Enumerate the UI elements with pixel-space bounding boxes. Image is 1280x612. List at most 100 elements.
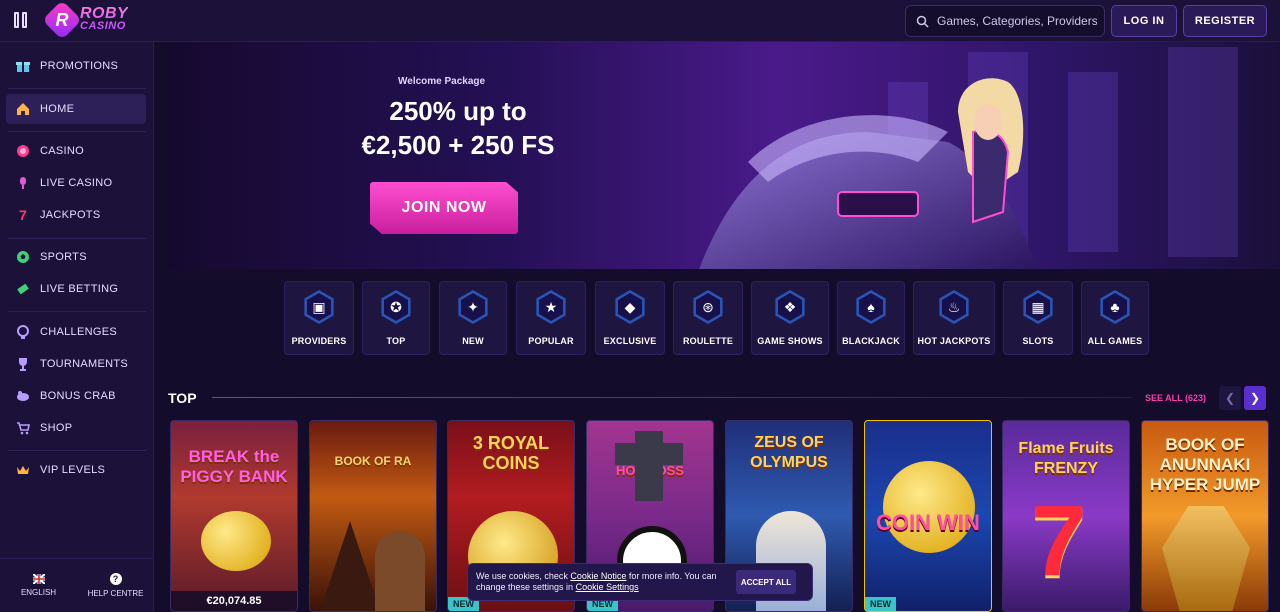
game-title: COIN WIN xyxy=(876,510,980,535)
chevron-left-icon: ❮ xyxy=(1224,391,1236,405)
gift-icon xyxy=(16,59,30,73)
sidebar-divider xyxy=(8,311,146,312)
sidebar-item-label: CHALLENGES xyxy=(40,326,117,338)
sidebar-item-label: LIVE CASINO xyxy=(40,177,113,189)
sidebar-item-label: JACKPOTS xyxy=(40,209,101,221)
cart-icon xyxy=(16,421,30,435)
rosette-icon: ✪ xyxy=(381,290,411,324)
cookie-text: We use cookies, check Cookie Notice for … xyxy=(476,571,717,592)
game-jackpot: €20,074.85 xyxy=(171,591,297,611)
category-exclusive[interactable]: ◆ EXCLUSIVE xyxy=(595,281,665,355)
cherries-icon: ♣ xyxy=(1100,290,1130,324)
sidebar-item-shop[interactable]: SHOP xyxy=(6,413,146,443)
sidebar-item-live-casino[interactable]: LIVE CASINO xyxy=(6,168,146,198)
search-icon xyxy=(916,15,929,28)
spade-icon: ♠ xyxy=(856,290,886,324)
sidebar-divider xyxy=(8,88,146,89)
sidebar-divider xyxy=(8,450,146,451)
sidebar-item-label: CASINO xyxy=(40,145,84,157)
cookie-settings-link[interactable]: Cookie Settings xyxy=(576,582,639,592)
sidebar-item-label: BONUS CRAB xyxy=(40,390,116,402)
sidebar-item-label: VIP LEVELS xyxy=(40,464,106,476)
accept-all-button[interactable]: ACCEPT ALL xyxy=(736,570,796,594)
sidebar-item-bonus-crab[interactable]: BONUS CRAB xyxy=(6,381,146,411)
category-hot-jackpots[interactable]: ♨ HOT JACKPOTS xyxy=(913,281,995,355)
game-card[interactable]: BOOK OF ANUNNAKI HYPER JUMP xyxy=(1141,420,1269,612)
diamond-icon: ◆ xyxy=(615,290,645,324)
section-title-top: TOP xyxy=(168,390,197,406)
cookie-notice-link[interactable]: Cookie Notice xyxy=(570,571,626,581)
help-label: HELP CENTRE xyxy=(87,589,144,598)
search-input[interactable] xyxy=(937,14,1097,28)
piggy-bank-icon xyxy=(201,511,271,571)
login-button[interactable]: LOG IN xyxy=(1111,5,1177,37)
carousel-next-button[interactable]: ❯ xyxy=(1244,386,1266,410)
sidebar-item-home[interactable]: HOME xyxy=(6,94,146,124)
chip-icon xyxy=(16,144,30,158)
hero-headline-line1: 250% up to xyxy=(389,96,527,126)
trophy-icon xyxy=(16,357,30,371)
sidebar-item-live-betting[interactable]: LIVE BETTING xyxy=(6,274,146,304)
logo-line2: CASINO xyxy=(80,20,126,32)
sidebar-item-challenges[interactable]: CHALLENGES xyxy=(6,317,146,347)
sidebar-item-jackpots[interactable]: 7 JACKPOTS xyxy=(6,200,146,230)
uk-flag-icon xyxy=(32,574,45,584)
category-roulette[interactable]: ⊛ ROULETTE xyxy=(673,281,743,355)
hero-headline: 250% up to €2,500 + 250 FS xyxy=(333,94,583,162)
sidebar-divider xyxy=(8,238,146,239)
cross-sign-icon xyxy=(635,431,663,501)
explorer-figure xyxy=(375,531,425,611)
see-all-link[interactable]: SEE ALL (623) xyxy=(1145,393,1206,403)
coin-icon xyxy=(883,461,975,553)
hero-headline-line2: €2,500 + 250 FS xyxy=(361,130,555,160)
sidebar-item-label: TOURNAMENTS xyxy=(40,358,129,370)
category-slots[interactable]: ▦ SLOTS xyxy=(1003,281,1073,355)
medal-icon xyxy=(16,325,30,339)
flame-icon: ♨ xyxy=(939,290,969,324)
show-icon: ❖ xyxy=(775,290,805,324)
crab-icon xyxy=(16,389,30,403)
sidebar-item-label: HOME xyxy=(40,103,75,115)
sidebar-item-promotions[interactable]: PROMOTIONS xyxy=(6,51,146,81)
category-blackjack[interactable]: ♠ BLACKJACK xyxy=(837,281,905,355)
game-card[interactable]: BREAK the PIGGY BANK €20,074.85 xyxy=(170,420,298,612)
category-top[interactable]: ✪ TOP xyxy=(362,281,430,355)
sidebar-item-label: SHOP xyxy=(40,422,73,434)
sidebar-item-casino[interactable]: CASINO xyxy=(6,136,146,166)
sidebar-footer: ENGLISH ? HELP CENTRE xyxy=(0,558,154,612)
register-button[interactable]: REGISTER xyxy=(1183,5,1267,37)
join-now-button[interactable]: JOIN NOW xyxy=(370,182,518,234)
carousel-prev-button[interactable]: ❮ xyxy=(1219,386,1241,410)
new-badge: NEW xyxy=(865,597,896,611)
home-icon xyxy=(16,102,30,116)
sidebar-item-tournaments[interactable]: TOURNAMENTS xyxy=(6,349,146,379)
sidebar-toggle-icon[interactable] xyxy=(14,12,32,28)
help-centre-link[interactable]: ? HELP CENTRE xyxy=(77,559,154,612)
roulette-icon: ⊛ xyxy=(693,290,723,324)
category-game-shows[interactable]: ❖ GAME SHOWS xyxy=(751,281,829,355)
category-popular[interactable]: ★ POPULAR xyxy=(516,281,586,355)
chevron-right-icon: ❯ xyxy=(1249,391,1261,405)
sidebar-item-label: PROMOTIONS xyxy=(40,60,119,72)
cookie-banner: We use cookies, check Cookie Notice for … xyxy=(467,563,813,601)
hero-rider-illustration xyxy=(699,78,1037,269)
skyline-decoration xyxy=(1168,47,1238,257)
language-selector[interactable]: ENGLISH xyxy=(0,559,77,612)
game-title: BREAK the PIGGY BANK xyxy=(180,447,288,486)
section-divider xyxy=(212,397,1132,398)
category-new[interactable]: ✦ NEW xyxy=(439,281,507,355)
search-box[interactable] xyxy=(905,5,1105,37)
sidebar-item-vip-levels[interactable]: VIP LEVELS xyxy=(6,455,146,485)
skyline-decoration xyxy=(1068,72,1118,252)
help-icon: ? xyxy=(109,573,122,585)
game-card[interactable]: Flame Fruits FRENZY 7 xyxy=(1002,420,1130,612)
logo[interactable]: R ROBY CASINO xyxy=(42,0,128,40)
hero-eyebrow: Welcome Package xyxy=(398,76,486,87)
top-bar: R ROBY CASINO LOG IN REGISTER xyxy=(0,0,1280,42)
category-providers[interactable]: ▣ PROVIDERS xyxy=(284,281,354,355)
game-card[interactable]: COIN WIN NEW xyxy=(864,420,992,612)
sidebar-item-sports[interactable]: SPORTS xyxy=(6,242,146,272)
game-card[interactable]: BOOK OF RA xyxy=(309,420,437,612)
star-icon: ★ xyxy=(536,290,566,324)
category-all-games[interactable]: ♣ ALL GAMES xyxy=(1081,281,1149,355)
